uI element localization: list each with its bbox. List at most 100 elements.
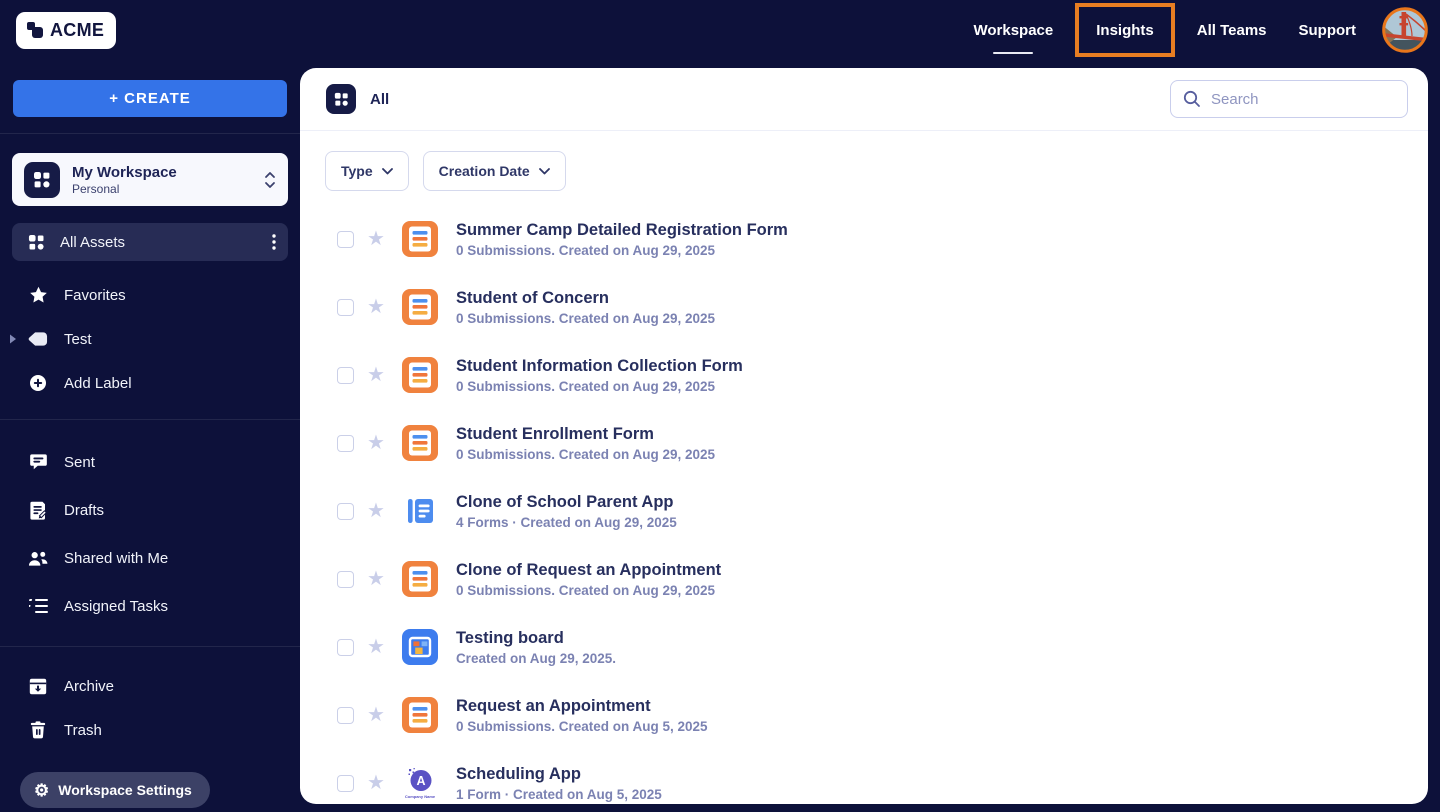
asset-title[interactable]: Student Information Collection Form: [456, 357, 743, 376]
asset-title[interactable]: Student Enrollment Form: [456, 425, 715, 444]
nav-support[interactable]: Support: [1283, 4, 1373, 56]
asset-list: ★ Summer Camp Detailed Registration Form…: [300, 205, 1428, 804]
sidebar-item-shared-with-me[interactable]: Shared with Me: [0, 534, 300, 582]
logo-text: ACME: [50, 19, 105, 40]
sidebar-item-add-label[interactable]: Add Label: [0, 361, 300, 405]
star-icon[interactable]: ★: [367, 433, 385, 453]
main-panel: All Type Creation Date ★: [300, 68, 1428, 804]
workspace-settings-button[interactable]: ⚙ Workspace Settings: [20, 772, 210, 808]
kebab-menu-icon[interactable]: [272, 234, 276, 250]
sidebar-item-drafts[interactable]: Drafts: [0, 486, 300, 534]
sidebar-item-archive[interactable]: Archive: [0, 664, 300, 708]
form-icon: [401, 289, 438, 325]
row-checkbox[interactable]: [337, 230, 354, 248]
trash-icon: [28, 721, 48, 739]
row-checkbox[interactable]: [337, 434, 354, 452]
search-box[interactable]: [1170, 80, 1410, 118]
archive-icon: [28, 678, 48, 695]
asset-subtitle: 0 Submissions. Created on Aug 29, 2025: [455, 310, 716, 326]
sidebar-item-test-label[interactable]: Test: [0, 317, 300, 361]
type-filter-dropdown[interactable]: Type: [325, 151, 409, 191]
star-icon[interactable]: ★: [367, 569, 385, 589]
sidebar-item-favorites[interactable]: Favorites: [0, 273, 300, 317]
asset-title[interactable]: Student of Concern: [456, 289, 715, 308]
sidebar-item-sent[interactable]: Sent: [0, 438, 300, 486]
avatar-image: [1382, 7, 1428, 53]
search-input[interactable]: [1211, 90, 1410, 108]
star-icon[interactable]: ★: [367, 297, 385, 317]
row-checkbox[interactable]: [337, 774, 354, 792]
asset-subtitle: 0 Submissions. Created on Aug 5, 2025: [455, 718, 708, 734]
chevron-down-icon: [538, 167, 550, 174]
assigned-tasks-icon: [28, 598, 48, 614]
creation-date-filter-dropdown[interactable]: Creation Date: [422, 151, 566, 191]
create-button[interactable]: + CREATE: [13, 80, 287, 117]
asset-subtitle: 0 Submissions. Created on Aug 29, 2025: [455, 446, 716, 462]
star-icon[interactable]: ★: [367, 773, 385, 793]
form-icon: [401, 221, 438, 257]
search-icon: [1183, 90, 1201, 108]
workspace-settings-label: Workspace Settings: [58, 782, 192, 798]
asset-row[interactable]: ★ A Company Name Scheduling App 1 Form ·…: [300, 749, 1428, 804]
star-icon[interactable]: ★: [367, 229, 385, 249]
chevron-down-icon: [381, 167, 393, 174]
expand-chevron-icon[interactable]: [10, 334, 16, 344]
asset-row[interactable]: ★ Request an Appointment 0 Submissions. …: [300, 681, 1428, 749]
asset-row[interactable]: ★ Student of Concern 0 Submissions. Crea…: [300, 273, 1428, 341]
form-icon: [401, 425, 438, 461]
asset-texts: Clone of Request an Appointment 0 Submis…: [456, 561, 721, 598]
topbar: ACME Workspace Insights All Teams Suppor…: [0, 0, 1440, 60]
sidebar-item-all-assets[interactable]: All Assets: [12, 223, 288, 261]
row-checkbox[interactable]: [337, 298, 354, 316]
row-checkbox[interactable]: [337, 638, 354, 656]
workspace-selector-texts: My Workspace Personal: [72, 164, 264, 196]
asset-title[interactable]: Clone of Request an Appointment: [456, 561, 721, 580]
chevron-updown-icon: [264, 171, 276, 189]
asset-row[interactable]: ★ Summer Camp Detailed Registration Form…: [300, 205, 1428, 273]
row-checkbox[interactable]: [337, 366, 354, 384]
nav-workspace[interactable]: Workspace: [957, 4, 1069, 56]
workspace-subtitle: Personal: [72, 181, 120, 196]
asset-title[interactable]: Clone of School Parent App: [456, 493, 677, 512]
row-checkbox[interactable]: [337, 706, 354, 724]
shared-label: Shared with Me: [64, 549, 169, 567]
asset-title[interactable]: Testing board: [456, 629, 616, 648]
asset-row[interactable]: ★ Clone of School Parent App 4 Forms · C…: [300, 477, 1428, 545]
custom-app-logo-icon: A Company Name: [402, 765, 438, 801]
asset-texts: Student Enrollment Form 0 Submissions. C…: [456, 425, 715, 462]
form-icon: [401, 357, 438, 393]
avatar[interactable]: [1382, 7, 1428, 53]
asset-title[interactable]: Summer Camp Detailed Registration Form: [456, 221, 788, 240]
workspace-selector[interactable]: My Workspace Personal: [12, 153, 288, 206]
asset-row[interactable]: ★ Student Information Collection Form 0 …: [300, 341, 1428, 409]
gear-icon: ⚙: [34, 780, 50, 800]
type-filter-label: Type: [341, 163, 373, 179]
sidebar-item-assigned-tasks[interactable]: Assigned Tasks: [0, 582, 300, 630]
creation-date-filter-label: Creation Date: [438, 163, 530, 179]
star-icon[interactable]: ★: [367, 365, 385, 385]
asset-row[interactable]: ★ Student Enrollment Form 0 Submissions.…: [300, 409, 1428, 477]
sidebar-item-trash[interactable]: Trash: [0, 708, 300, 752]
asset-subtitle: 4 Forms · Created on Aug 29, 2025: [455, 514, 677, 530]
nav-insights[interactable]: Insights: [1075, 3, 1175, 57]
asset-title[interactable]: Scheduling App: [456, 765, 662, 784]
asset-row[interactable]: ★ Testing board Created on Aug 29, 2025.: [300, 613, 1428, 681]
asset-title[interactable]: Request an Appointment: [456, 697, 708, 716]
star-icon[interactable]: ★: [367, 501, 385, 521]
asset-row[interactable]: ★ Clone of Request an Appointment 0 Subm…: [300, 545, 1428, 613]
sent-label: Sent: [64, 453, 95, 471]
label-tag-icon: [28, 331, 48, 347]
drafts-icon: [28, 501, 48, 520]
row-checkbox[interactable]: [337, 502, 354, 520]
row-checkbox[interactable]: [337, 570, 354, 588]
star-icon[interactable]: ★: [367, 705, 385, 725]
workspace-title: My Workspace: [72, 163, 177, 181]
asset-texts: Clone of School Parent App 4 Forms · Cre…: [456, 493, 677, 530]
acme-logo[interactable]: ACME: [16, 11, 117, 49]
star-icon: [28, 286, 48, 304]
asset-texts: Student of Concern 0 Submissions. Create…: [456, 289, 715, 326]
all-assets-grid-icon: [326, 84, 356, 114]
star-icon[interactable]: ★: [367, 637, 385, 657]
favorites-label: Favorites: [64, 286, 126, 304]
nav-all-teams[interactable]: All Teams: [1181, 4, 1283, 56]
